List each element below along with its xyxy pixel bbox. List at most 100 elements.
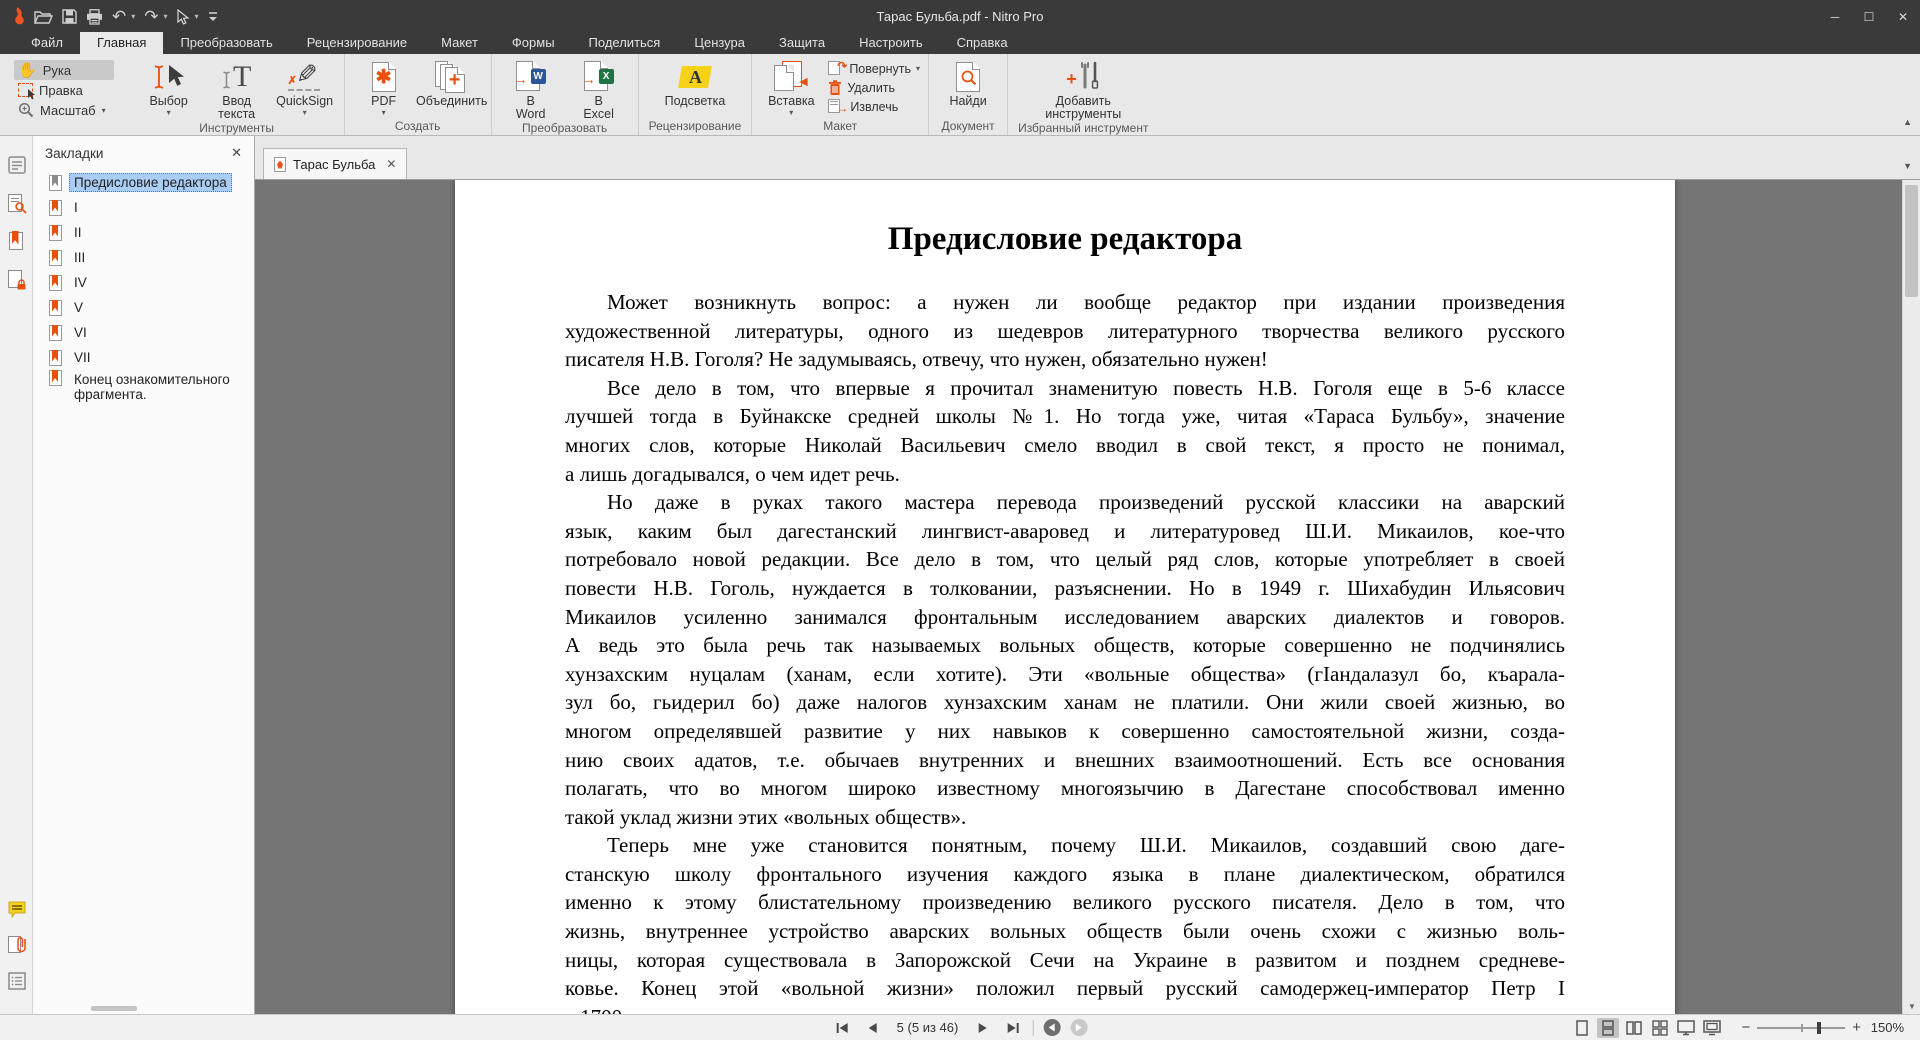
tool-масштаб[interactable]: Масштаб▾ bbox=[14, 100, 114, 120]
ribbon-tab-настроить[interactable]: Настроить bbox=[842, 32, 940, 54]
next-view-button[interactable] bbox=[1070, 1019, 1087, 1036]
ribbon-tab-защита[interactable]: Защита bbox=[762, 32, 842, 54]
zoom-level-value[interactable]: 150% bbox=[1868, 1020, 1904, 1035]
zoom-in-button[interactable]: + bbox=[1852, 1019, 1861, 1036]
scroll-down-icon[interactable]: ▼ bbox=[1903, 998, 1920, 1014]
zoom-out-button[interactable]: − bbox=[1741, 1019, 1750, 1036]
document-tab[interactable]: Тарас Бульба ✕ bbox=[263, 148, 407, 179]
ribbon-button-в-excel[interactable]: →XВ Excel bbox=[566, 56, 632, 121]
minimize-button[interactable]: ─ bbox=[1818, 5, 1852, 29]
ribbon-button-найди[interactable]: Найди bbox=[935, 56, 1001, 119]
title-bar: ↶▾↷▾▾ Тарас Бульба.pdf - Nitro Pro ─ ☐ ✕ bbox=[0, 0, 1920, 33]
ribbon-tab-главная[interactable]: Главная bbox=[80, 32, 163, 54]
view-mode-fullwidth[interactable] bbox=[1701, 1018, 1723, 1038]
scrollbar-thumb[interactable] bbox=[1905, 185, 1918, 297]
nitro-logo-button[interactable] bbox=[10, 6, 25, 28]
bookmark-item[interactable]: II bbox=[33, 220, 254, 245]
bookmarks-panel-header: Закладки ✕ bbox=[33, 136, 254, 170]
next-page-button[interactable] bbox=[972, 1019, 992, 1037]
ribbon-tab-справка[interactable]: Справка bbox=[940, 32, 1025, 54]
ribbon-tab-макет[interactable]: Макет bbox=[424, 32, 495, 54]
ribbon-button-pdf[interactable]: ✱PDF▾ bbox=[351, 56, 417, 119]
bookmark-icon bbox=[49, 370, 62, 386]
ribbon-button-удалить[interactable]: Удалить bbox=[828, 80, 920, 96]
highlight-icon: A bbox=[680, 66, 710, 88]
ribbon-tab-поделиться[interactable]: Поделиться bbox=[572, 32, 678, 54]
rotate-icon: ↷ bbox=[828, 61, 844, 77]
attachments-panel-button[interactable] bbox=[0, 930, 33, 960]
ribbon-button-добавить-инструменты[interactable]: +Добавить инструменты bbox=[1050, 56, 1116, 121]
tool-правка[interactable]: Правка bbox=[14, 80, 114, 100]
pdf-page: Предисловие редактора Может возникнуть в… bbox=[455, 180, 1675, 1014]
ribbon-group: ✱PDF▾+Объединить Создать bbox=[344, 54, 491, 135]
security-panel-button[interactable] bbox=[0, 264, 33, 294]
bookmark-item[interactable]: III bbox=[33, 245, 254, 270]
pdf-paragraph: Может возникнуть вопрос: а нужен ли вооб… bbox=[565, 288, 1565, 374]
bookmark-item[interactable]: Конец ознакомительного фрагмента. bbox=[33, 370, 254, 404]
first-page-button[interactable] bbox=[833, 1019, 853, 1037]
search-panel-button[interactable] bbox=[0, 188, 33, 218]
ribbon-tab-формы[interactable]: Формы bbox=[495, 32, 572, 54]
vertical-scrollbar[interactable]: ▼ bbox=[1902, 180, 1920, 1014]
ribbon-tab-файл[interactable]: Файл bbox=[14, 32, 80, 54]
ribbon-button-ввод-текста[interactable]: TВвод текста bbox=[204, 56, 270, 121]
ribbon-tab-цензура[interactable]: Цензура bbox=[677, 32, 762, 54]
ribbon-tab-преобразовать[interactable]: Преобразовать bbox=[163, 32, 289, 54]
ribbon-button-подсветка[interactable]: AПодсветка bbox=[662, 56, 728, 119]
close-button[interactable]: ✕ bbox=[1886, 5, 1920, 29]
bookmarks-hscrollbar[interactable] bbox=[91, 1006, 137, 1011]
document-tab-close-icon[interactable]: ✕ bbox=[386, 157, 396, 171]
bookmark-item[interactable]: I bbox=[33, 195, 254, 220]
zoom-tool-icon bbox=[18, 102, 34, 118]
qat-more-button[interactable] bbox=[208, 6, 218, 28]
view-mode-facing-pages[interactable] bbox=[1623, 1018, 1645, 1038]
view-mode-continuous[interactable] bbox=[1597, 1018, 1619, 1038]
sidebar-icon-strip bbox=[0, 136, 33, 1014]
page-number-indicator[interactable]: 5 (5 из 46) bbox=[893, 1020, 963, 1035]
bookmarks-panel-close-icon[interactable]: ✕ bbox=[231, 145, 242, 161]
maximize-button[interactable]: ☐ bbox=[1852, 5, 1886, 29]
workspace: Закладки ✕ Предисловие редактораIIIIIIIV… bbox=[0, 136, 1920, 1014]
tool-рука[interactable]: ✋Рука bbox=[14, 60, 114, 80]
view-mode-fullscreen[interactable] bbox=[1675, 1018, 1697, 1038]
undo-button[interactable]: ↶ bbox=[112, 6, 126, 28]
ribbon-tab-рецензирование[interactable]: Рецензирование bbox=[290, 32, 424, 54]
ribbon-button-вставка[interactable]: ◄Вставка▾ bbox=[758, 56, 824, 119]
ribbon-button-в-word[interactable]: →WВ Word bbox=[498, 56, 564, 121]
ribbon-button-объединить[interactable]: +Объединить bbox=[419, 56, 485, 119]
print-button[interactable] bbox=[86, 6, 103, 28]
redo-button[interactable]: ↷ bbox=[144, 6, 158, 28]
bookmark-item[interactable]: V bbox=[33, 295, 254, 320]
previous-view-button[interactable] bbox=[1043, 1019, 1060, 1036]
tab-list-dropdown-icon[interactable]: ▼ bbox=[1903, 161, 1912, 171]
document-viewport[interactable]: Предисловие редактора Может возникнуть в… bbox=[255, 180, 1920, 1014]
previous-page-button[interactable] bbox=[863, 1019, 883, 1037]
qat-cursor-button[interactable] bbox=[177, 6, 190, 28]
view-mode-single-page[interactable] bbox=[1571, 1018, 1593, 1038]
save-button[interactable] bbox=[62, 6, 77, 28]
ribbon-button-повернуть[interactable]: ↷Повернуть▾ bbox=[828, 61, 920, 77]
bookmarks-panel-button[interactable] bbox=[0, 226, 33, 256]
ribbon-group: ◄Вставка▾↷Повернуть▾Удалить→ИзвлечьМакет bbox=[751, 54, 928, 135]
bookmark-item[interactable]: IV bbox=[33, 270, 254, 295]
zoom-slider-handle[interactable] bbox=[1817, 1022, 1821, 1034]
pdf-paragraph: Теперь мне уже становится понятным, поче… bbox=[565, 831, 1565, 1014]
to-excel-icon: →X bbox=[584, 61, 614, 93]
comments-panel-button[interactable] bbox=[0, 894, 33, 924]
index-panel-button[interactable] bbox=[0, 966, 33, 996]
bookmark-icon bbox=[49, 300, 62, 316]
ribbon-button-извлечь[interactable]: →Извлечь bbox=[828, 99, 920, 115]
ribbon-button-quicksign[interactable]: ✎✗QuickSign▾ bbox=[272, 56, 338, 121]
last-page-button[interactable] bbox=[1002, 1019, 1022, 1037]
bookmark-item[interactable]: VI bbox=[33, 320, 254, 345]
open-button[interactable] bbox=[34, 6, 53, 28]
ribbon-collapse-button[interactable]: ▲ bbox=[1903, 117, 1912, 127]
bookmark-item[interactable]: VII bbox=[33, 345, 254, 370]
ribbon-button-выбор[interactable]: Выбор▾ bbox=[136, 56, 202, 121]
zoom-slider[interactable] bbox=[1757, 1021, 1845, 1035]
ribbon-group: Найди Документ bbox=[928, 54, 1007, 135]
bookmark-item[interactable]: Предисловие редактора bbox=[33, 170, 254, 195]
pdf-page-heading: Предисловие редактора bbox=[565, 218, 1565, 260]
thumbnails-panel-button[interactable] bbox=[0, 150, 33, 180]
view-mode-quad-pages[interactable] bbox=[1649, 1018, 1671, 1038]
